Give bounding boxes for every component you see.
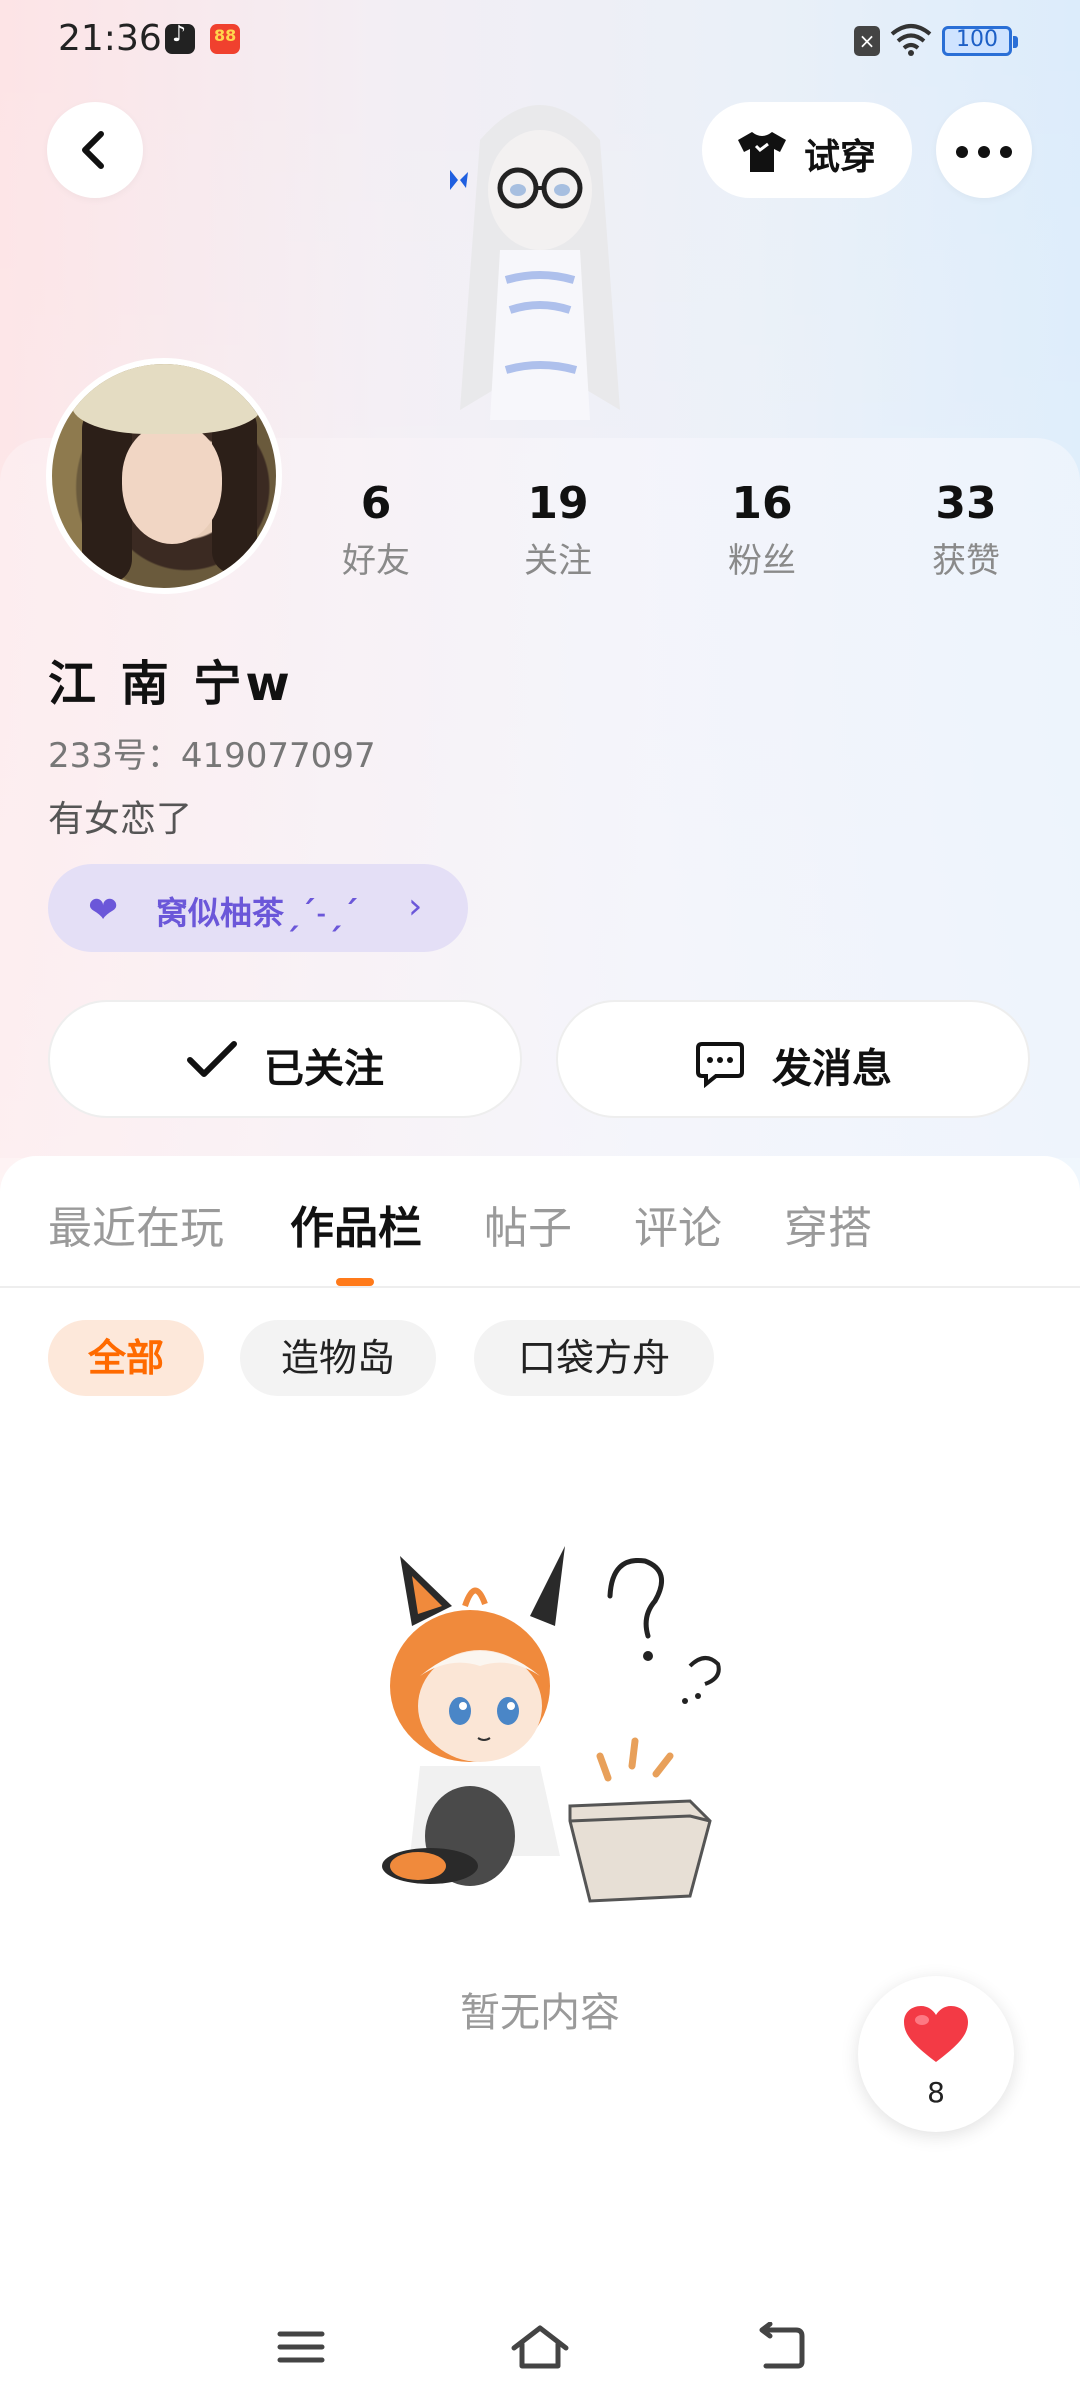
- douyin-notification-icon: [165, 22, 195, 54]
- menu-icon[interactable]: [276, 2322, 326, 2372]
- try-on-label: 试穿: [804, 137, 877, 178]
- no-sim-icon: ×: [854, 26, 880, 56]
- stat-value: 6: [360, 478, 392, 529]
- heart-icon: [904, 2006, 968, 2062]
- tab-comments[interactable]: 评论: [634, 1192, 722, 1256]
- tab-posts[interactable]: 帖子: [484, 1192, 572, 1256]
- like-button[interactable]: 8: [858, 1976, 1014, 2132]
- double-heart-icon: ❤: [88, 890, 119, 931]
- user-id[interactable]: 233号：419077097: [48, 728, 376, 777]
- active-tab-indicator: [336, 1278, 374, 1286]
- stat-value: 16: [731, 478, 793, 529]
- couple-tag[interactable]: ❤ 窝似柚茶ˏˊ˗ˏˊ ›: [48, 864, 468, 952]
- stat-value: 33: [935, 478, 997, 529]
- more-options-button[interactable]: [936, 102, 1032, 198]
- stat-label: 关注: [524, 541, 592, 581]
- filter-chip-all[interactable]: 全部: [48, 1320, 204, 1396]
- chevron-left-icon: [82, 131, 104, 169]
- empty-state-illustration: [382, 1546, 721, 1903]
- stat-label: 好友: [342, 541, 410, 581]
- filter-chip-pocket-ark[interactable]: 口袋方舟: [474, 1320, 714, 1396]
- back-nav-icon[interactable]: [756, 2322, 806, 2372]
- stat-label: 获赞: [932, 541, 1000, 581]
- avatar-face: [122, 424, 222, 544]
- more-dot-icon: [978, 146, 990, 158]
- tshirt-icon: [738, 132, 786, 172]
- following-label: 已关注: [264, 1046, 384, 1092]
- following-button[interactable]: 已关注: [48, 1000, 522, 1118]
- avatar-cap: [72, 364, 262, 434]
- home-icon[interactable]: [510, 2322, 570, 2372]
- couple-tag-label: 窝似柚茶ˏˊ˗ˏˊ: [156, 894, 359, 932]
- stat-following[interactable]: 19 关注: [478, 478, 638, 582]
- wifi-icon: [890, 24, 932, 56]
- tab-recently-played[interactable]: 最近在玩: [48, 1192, 224, 1256]
- stat-friends[interactable]: 6 好友: [296, 478, 456, 582]
- like-count: 8: [927, 2076, 945, 2109]
- try-on-button[interactable]: 试穿: [702, 102, 912, 198]
- checkmark-icon: [187, 1041, 237, 1077]
- send-message-label: 发消息: [772, 1046, 892, 1092]
- content-section: 最近在玩 作品栏 帖子 评论 穿搭 全部 造物岛 口袋方舟 暂无内容: [0, 1156, 1080, 2408]
- tab-outfits[interactable]: 穿搭: [784, 1192, 872, 1256]
- system-navigation-bar: [0, 2300, 1080, 2408]
- app-notification-icon: [210, 24, 240, 54]
- more-dot-icon: [956, 146, 968, 158]
- status-time: 21:36: [58, 18, 162, 59]
- send-message-button[interactable]: 发消息: [556, 1000, 1030, 1118]
- more-dot-icon: [1000, 146, 1012, 158]
- battery-level: 100: [956, 27, 998, 52]
- stat-label: 粉丝: [728, 541, 796, 581]
- user-bio: 有女恋了: [48, 799, 193, 840]
- battery-icon: 100: [942, 26, 1018, 56]
- username: 江 南 宁w: [48, 656, 294, 712]
- stat-likes[interactable]: 33 获赞: [886, 478, 1046, 582]
- avatar-character-image[interactable]: [420, 80, 660, 440]
- chat-bubble-icon: [696, 1042, 744, 1088]
- filter-chip-creation-island[interactable]: 造物岛: [240, 1320, 436, 1396]
- user-avatar[interactable]: [46, 358, 282, 594]
- back-button[interactable]: [47, 102, 143, 198]
- stat-value: 19: [527, 478, 589, 529]
- status-bar: 21:36 × 100: [0, 0, 1080, 80]
- stat-fans[interactable]: 16 粉丝: [682, 478, 842, 582]
- chevron-right-icon: ›: [408, 886, 423, 927]
- profile-tabs: 最近在玩 作品栏 帖子 评论 穿搭: [0, 1156, 1080, 1288]
- tab-works[interactable]: 作品栏: [290, 1192, 422, 1256]
